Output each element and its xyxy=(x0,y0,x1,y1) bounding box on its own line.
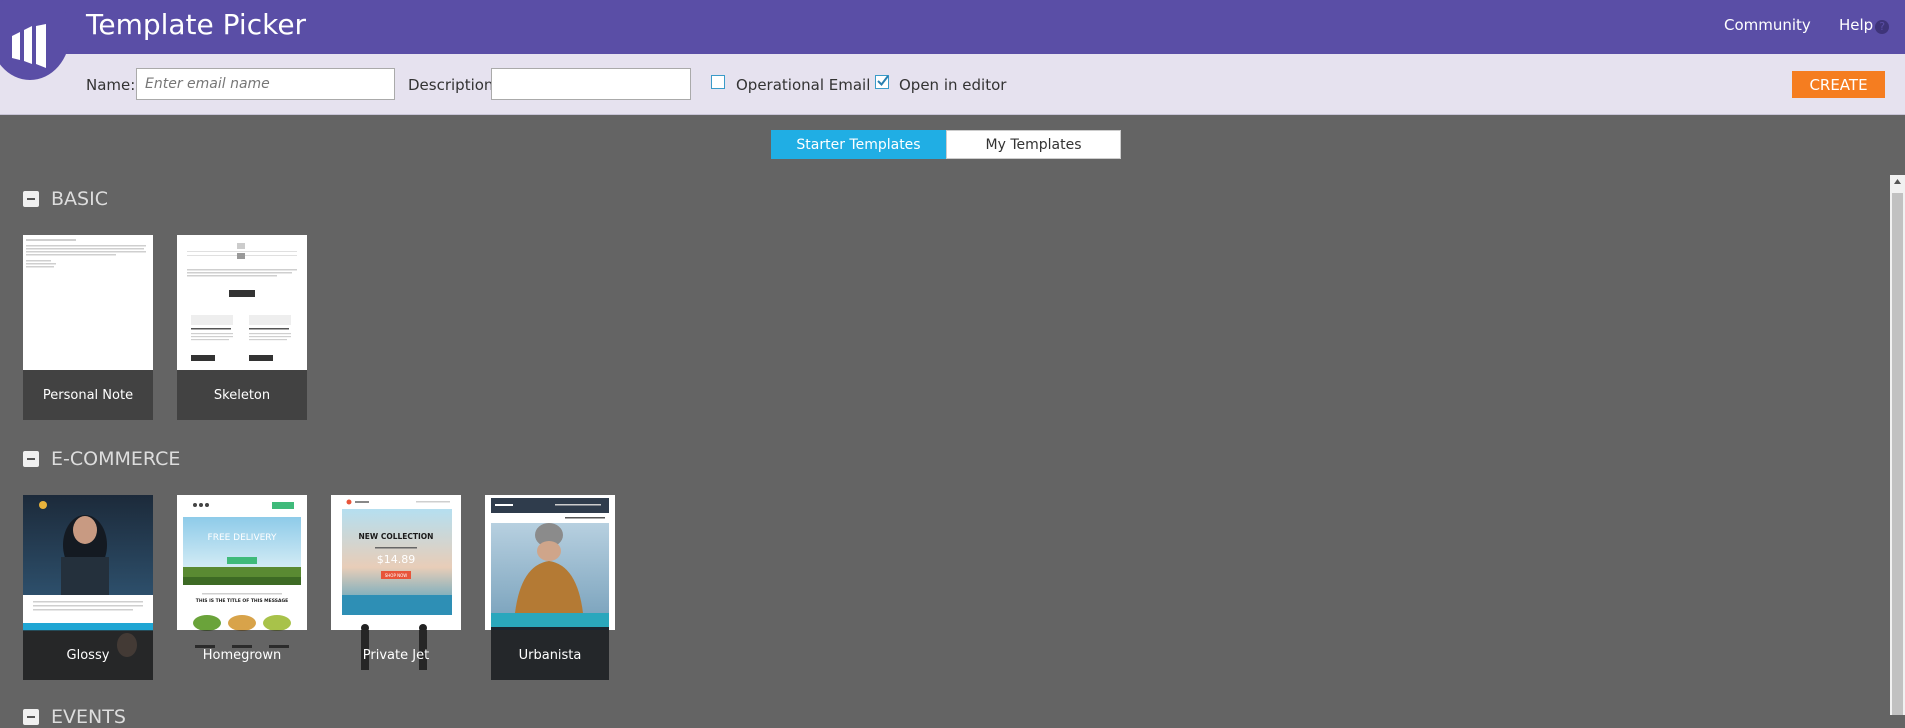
template-card-personal-note[interactable]: Personal Note xyxy=(23,235,153,420)
template-name: Private Jet xyxy=(331,630,461,680)
thumb-subtitle: THIS IS THE TITLE OF THIS MESSAGE xyxy=(196,598,288,604)
thumb-headline: NEW COLLECTION xyxy=(359,532,434,541)
template-card-skeleton[interactable]: Skeleton xyxy=(177,235,307,420)
template-card-private-jet[interactable]: NEW COLLECTION $14.89 SHOP NOW Private J… xyxy=(331,495,461,680)
collapse-icon[interactable] xyxy=(23,191,39,207)
template-form-bar: Name: Description: Operational Email Ope… xyxy=(0,54,1905,115)
description-label: Description: xyxy=(408,76,499,94)
open-in-editor-label[interactable]: Open in editor xyxy=(899,76,1006,94)
help-icon[interactable]: ? xyxy=(1875,20,1890,34)
section-title: BASIC xyxy=(51,188,108,210)
template-name: Homegrown xyxy=(177,630,307,680)
section-title: E-COMMERCE xyxy=(51,448,181,470)
template-card-urbanista[interactable]: Urbanista xyxy=(485,495,615,680)
template-card-homegrown[interactable]: FREE DELIVERY THIS IS THE TITLE OF THIS … xyxy=(177,495,307,680)
app-header: Template Picker Community Help? xyxy=(0,0,1905,54)
open-in-editor-checkbox[interactable] xyxy=(875,75,889,89)
tab-starter-templates[interactable]: Starter Templates xyxy=(771,130,946,159)
template-name: Skeleton xyxy=(177,370,307,420)
section-ecommerce-header[interactable]: E-COMMERCE xyxy=(23,448,180,470)
thumb-button: SHOP NOW xyxy=(385,573,408,578)
template-name: Personal Note xyxy=(23,370,153,420)
collapse-icon[interactable] xyxy=(23,451,39,467)
logo-bars xyxy=(12,24,46,68)
template-thumbnail xyxy=(23,235,153,370)
page-title: Template Picker xyxy=(86,8,307,41)
checkmark-icon xyxy=(877,75,889,87)
tab-my-templates[interactable]: My Templates xyxy=(946,130,1121,159)
community-link[interactable]: Community xyxy=(1724,16,1811,34)
template-thumbnail xyxy=(177,235,307,370)
section-basic-header[interactable]: BASIC xyxy=(23,188,108,210)
thumb-price: $14.89 xyxy=(377,553,416,566)
scroll-up-icon[interactable] xyxy=(1890,175,1905,189)
template-tabs: Starter Templates My Templates xyxy=(771,130,1121,159)
help-link[interactable]: Help? xyxy=(1839,16,1890,34)
vertical-scrollbar[interactable] xyxy=(1890,175,1905,715)
name-label: Name: xyxy=(86,76,136,94)
email-name-input[interactable] xyxy=(136,68,395,100)
description-input[interactable] xyxy=(491,68,691,100)
collapse-icon[interactable] xyxy=(23,709,39,725)
section-title: EVENTS xyxy=(51,706,126,728)
create-button[interactable]: CREATE xyxy=(1792,71,1885,98)
operational-email-checkbox[interactable] xyxy=(711,75,725,89)
scrollbar-thumb[interactable] xyxy=(1892,193,1903,715)
template-name: Glossy xyxy=(23,630,153,680)
template-name: Urbanista xyxy=(485,630,615,680)
thumb-headline: FREE DELIVERY xyxy=(208,533,277,543)
section-events-header[interactable]: EVENTS xyxy=(23,706,126,728)
help-label: Help xyxy=(1839,16,1874,34)
operational-email-label[interactable]: Operational Email xyxy=(736,76,870,94)
template-card-glossy[interactable]: Glossy xyxy=(23,495,153,680)
